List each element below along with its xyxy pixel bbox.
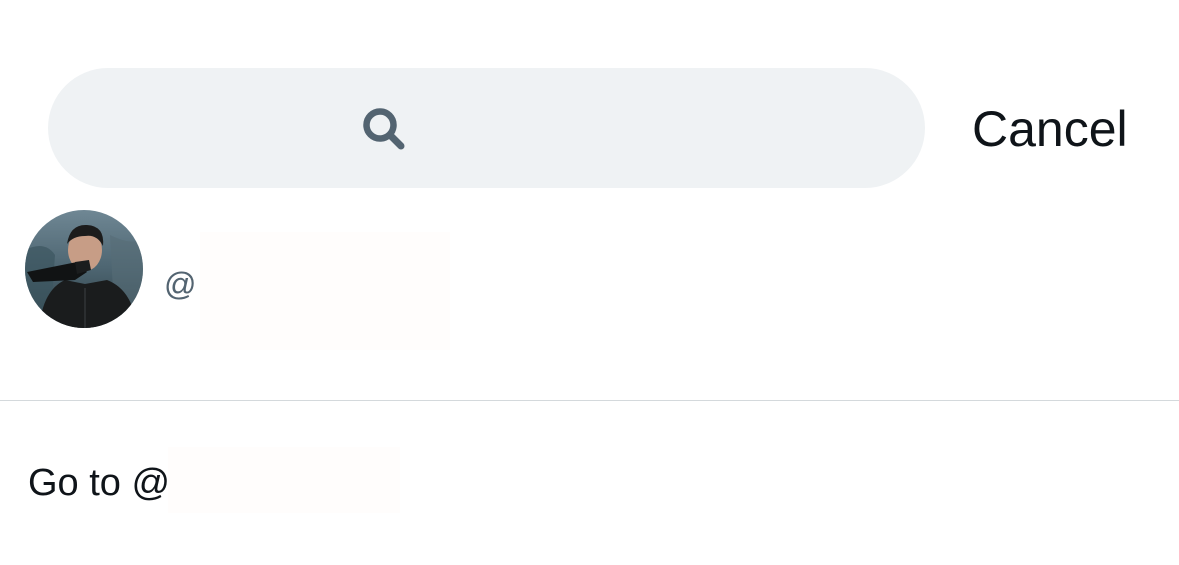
- user-handle-prefix: @: [164, 266, 197, 302]
- cancel-button[interactable]: Cancel: [972, 96, 1128, 162]
- avatar[interactable]: [25, 210, 143, 328]
- go-to-user-row[interactable]: Go to @: [0, 401, 1179, 565]
- search-screen: Cancel @ Go to @: [0, 0, 1179, 565]
- search-bar[interactable]: [48, 68, 925, 188]
- search-input[interactable]: [428, 98, 888, 158]
- search-result-user[interactable]: @: [0, 200, 1179, 398]
- go-to-label: Go to @: [28, 462, 171, 504]
- search-icon: [361, 106, 407, 152]
- redacted-handle: [168, 447, 400, 513]
- redacted-handle: [200, 232, 450, 350]
